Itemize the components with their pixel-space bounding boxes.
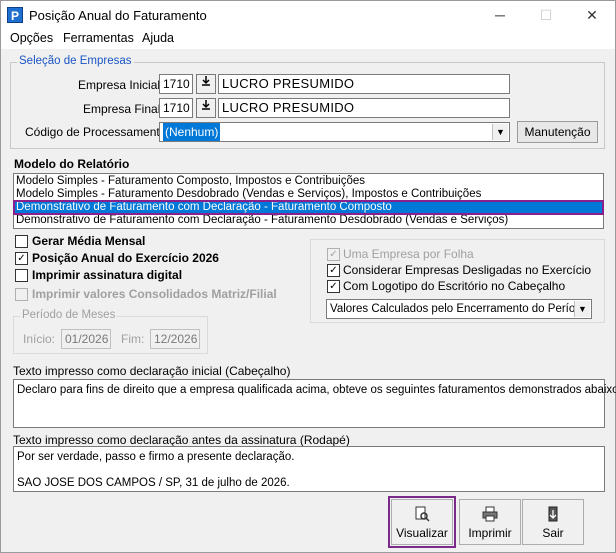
chevron-down-icon[interactable]: ▼ [492,124,508,140]
list-item-selected[interactable]: Demonstrativo de Faturamento com Declara… [13,200,604,215]
texto-rodape-textarea[interactable]: Por ser verdade, passo e firmo a present… [13,446,605,492]
assinatura-digital-label: Imprimir assinatura digital [32,268,183,282]
empresa-final-label: Empresa Final [83,102,161,116]
selecao-empresas-legend: Seleção de Empresas [17,55,134,67]
fim-input: 12/2026 [150,329,200,349]
empresas-desligadas-checkbox[interactable]: ✓ [327,264,340,277]
periodo-meses-legend: Período de Meses [20,309,118,321]
texto-inicial-textarea[interactable]: Declaro para fins de direito que a empre… [13,379,616,428]
visualizar-button[interactable]: Visualizar [388,496,456,548]
gerar-media-label: Gerar Média Mensal [32,234,146,248]
maximize-button: ☐ [539,7,553,23]
empresa-inicial-code-input[interactable]: 1710 [159,74,193,94]
manutencao-button[interactable]: Manutenção [517,121,598,143]
consolidados-label: Imprimir valores Consolidados Matriz/Fil… [32,287,277,301]
logotipo-label: Com Logotipo do Escritório no Cabeçalho [343,279,566,293]
list-item[interactable]: Modelo Simples - Faturamento Desdobrado … [14,188,603,201]
empresa-final-code-input[interactable]: 1710 [159,98,193,118]
uma-empresa-checkbox: ✓ [327,248,340,261]
valores-calculados-value: Valores Calculados pelo Encerramento do … [330,303,589,315]
main-window: P Posição Anual do Faturamento ─ ☐ ✕ Opç… [0,0,616,553]
valores-calculados-select[interactable]: Valores Calculados pelo Encerramento do … [326,299,592,319]
sair-button[interactable]: Sair [522,499,584,545]
inicio-input: 01/2026 [61,329,111,349]
sair-label: Sair [542,526,564,540]
logotipo-checkbox[interactable]: ✓ [327,280,340,293]
gerar-media-checkbox[interactable] [15,235,28,248]
window-title: Posição Anual do Faturamento [29,8,207,23]
codigo-processamento-label: Código de Processamento [25,125,167,139]
texto-inicial-label: Texto impresso como declaração inicial (… [13,364,291,378]
codigo-processamento-select[interactable]: (Nenhum) ▼ [159,122,510,142]
consolidados-checkbox [15,288,28,301]
menu-ajuda[interactable]: Ajuda [142,31,174,45]
inicio-label: Início: [23,332,56,346]
empresa-inicial-name-input[interactable]: LUCRO PRESUMIDO [218,74,510,94]
minimize-button[interactable]: ─ [477,1,523,29]
download-arrow-icon[interactable] [196,74,216,94]
modelo-relatorio-list[interactable]: Modelo Simples - Faturamento Composto, I… [13,173,604,229]
texto-rodape-label: Texto impresso como declaração antes da … [13,433,350,447]
imprimir-label: Imprimir [468,526,512,540]
codigo-processamento-value: (Nenhum) [163,123,221,141]
preview-magnifier-icon [392,506,452,524]
empresa-final-name-input[interactable]: LUCRO PRESUMIDO [218,98,510,118]
posicao-anual-label: Posição Anual do Exercício 2026 [32,251,219,265]
imprimir-button[interactable]: Imprimir [459,499,521,545]
assinatura-digital-checkbox[interactable] [15,269,28,282]
menu-ferramentas[interactable]: Ferramentas [63,31,134,45]
fim-label: Fim: [121,332,145,346]
modelo-relatorio-label: Modelo do Relatório [14,157,130,171]
uma-empresa-label: Uma Empresa por Folha [343,247,474,261]
list-item[interactable]: Modelo Simples - Faturamento Composto, I… [14,175,603,188]
menu-opcoes[interactable]: Opções [10,31,53,45]
close-button[interactable]: ✕ [569,1,615,29]
visualizar-label: Visualizar [396,526,448,540]
menu-bar: Opções Ferramentas Ajuda [1,29,615,49]
download-arrow-icon[interactable] [196,98,216,118]
printer-icon [460,506,520,524]
empresa-inicial-label: Empresa Inicial [78,78,161,92]
title-bar: P Posição Anual do Faturamento ─ ☐ ✕ [1,1,615,29]
empresas-desligadas-label: Considerar Empresas Desligadas no Exercí… [343,263,592,277]
list-item[interactable]: Demonstrativo de Faturamento com Declara… [14,214,603,227]
posicao-anual-checkbox[interactable]: ✓ [15,252,28,265]
exit-door-icon [523,506,583,524]
chevron-down-icon[interactable]: ▼ [574,301,590,317]
app-icon: P [7,7,23,23]
